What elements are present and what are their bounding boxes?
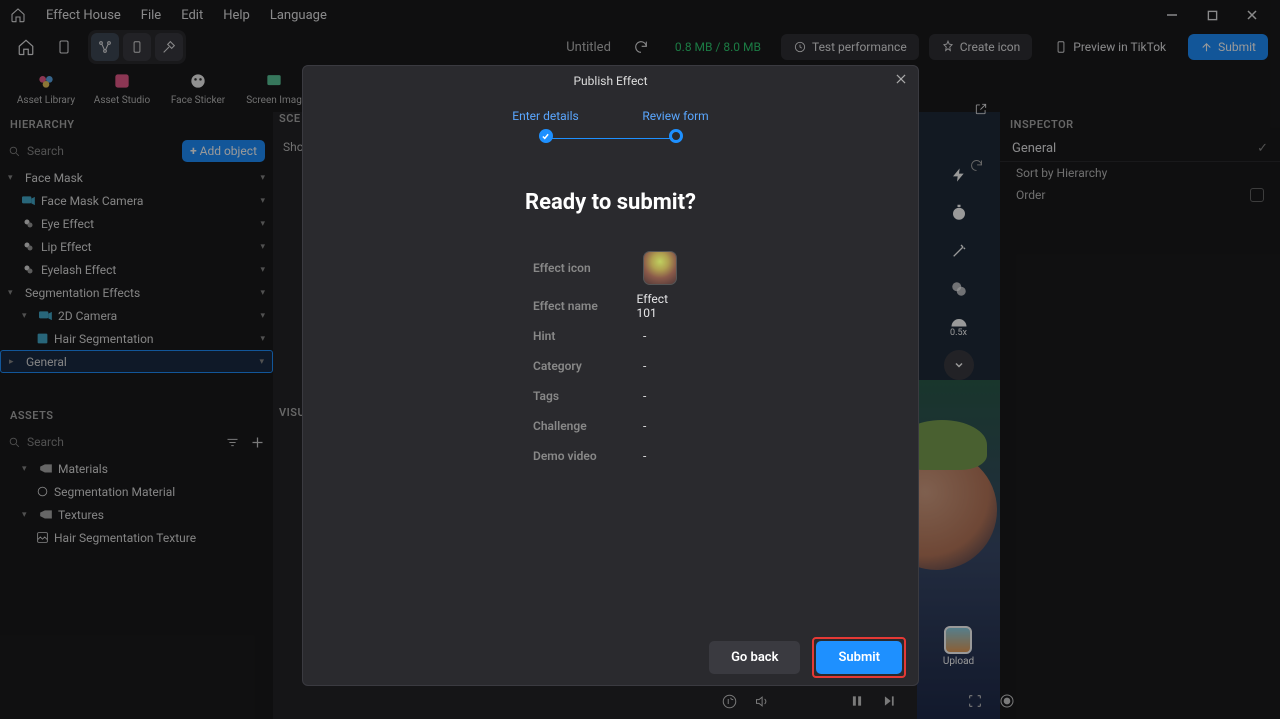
- tags-label: Tags: [533, 389, 643, 403]
- effect-icon-label: Effect icon: [533, 261, 643, 275]
- go-back-button[interactable]: Go back: [709, 641, 800, 674]
- demo-video-label: Demo video: [533, 449, 643, 463]
- tags-value: -: [643, 389, 646, 403]
- step-enter-details: Enter details: [512, 109, 578, 123]
- demo-video-value: -: [643, 449, 646, 463]
- publish-modal: Publish Effect Enter details Review form…: [302, 65, 919, 686]
- category-label: Category: [533, 359, 643, 373]
- effect-name-label: Effect name: [533, 299, 637, 313]
- step1-dot-icon: [539, 129, 553, 143]
- hint-label: Hint: [533, 329, 643, 343]
- category-value: -: [643, 359, 646, 373]
- step2-dot-icon: [669, 129, 683, 143]
- submit-highlight: Submit: [812, 637, 906, 678]
- modal-submit-button[interactable]: Submit: [816, 641, 902, 674]
- challenge-label: Challenge: [533, 419, 643, 433]
- modal-title: Publish Effect: [573, 74, 647, 88]
- effect-icon-preview: [643, 251, 677, 285]
- hint-value: -: [643, 329, 646, 343]
- step-review-form: Review form: [642, 109, 708, 123]
- effect-name-value: Effect 101: [637, 292, 688, 320]
- challenge-value: -: [643, 419, 646, 433]
- ready-heading: Ready to submit?: [363, 190, 858, 215]
- stepper: Enter details Review form: [303, 96, 918, 156]
- close-icon[interactable]: [894, 72, 908, 86]
